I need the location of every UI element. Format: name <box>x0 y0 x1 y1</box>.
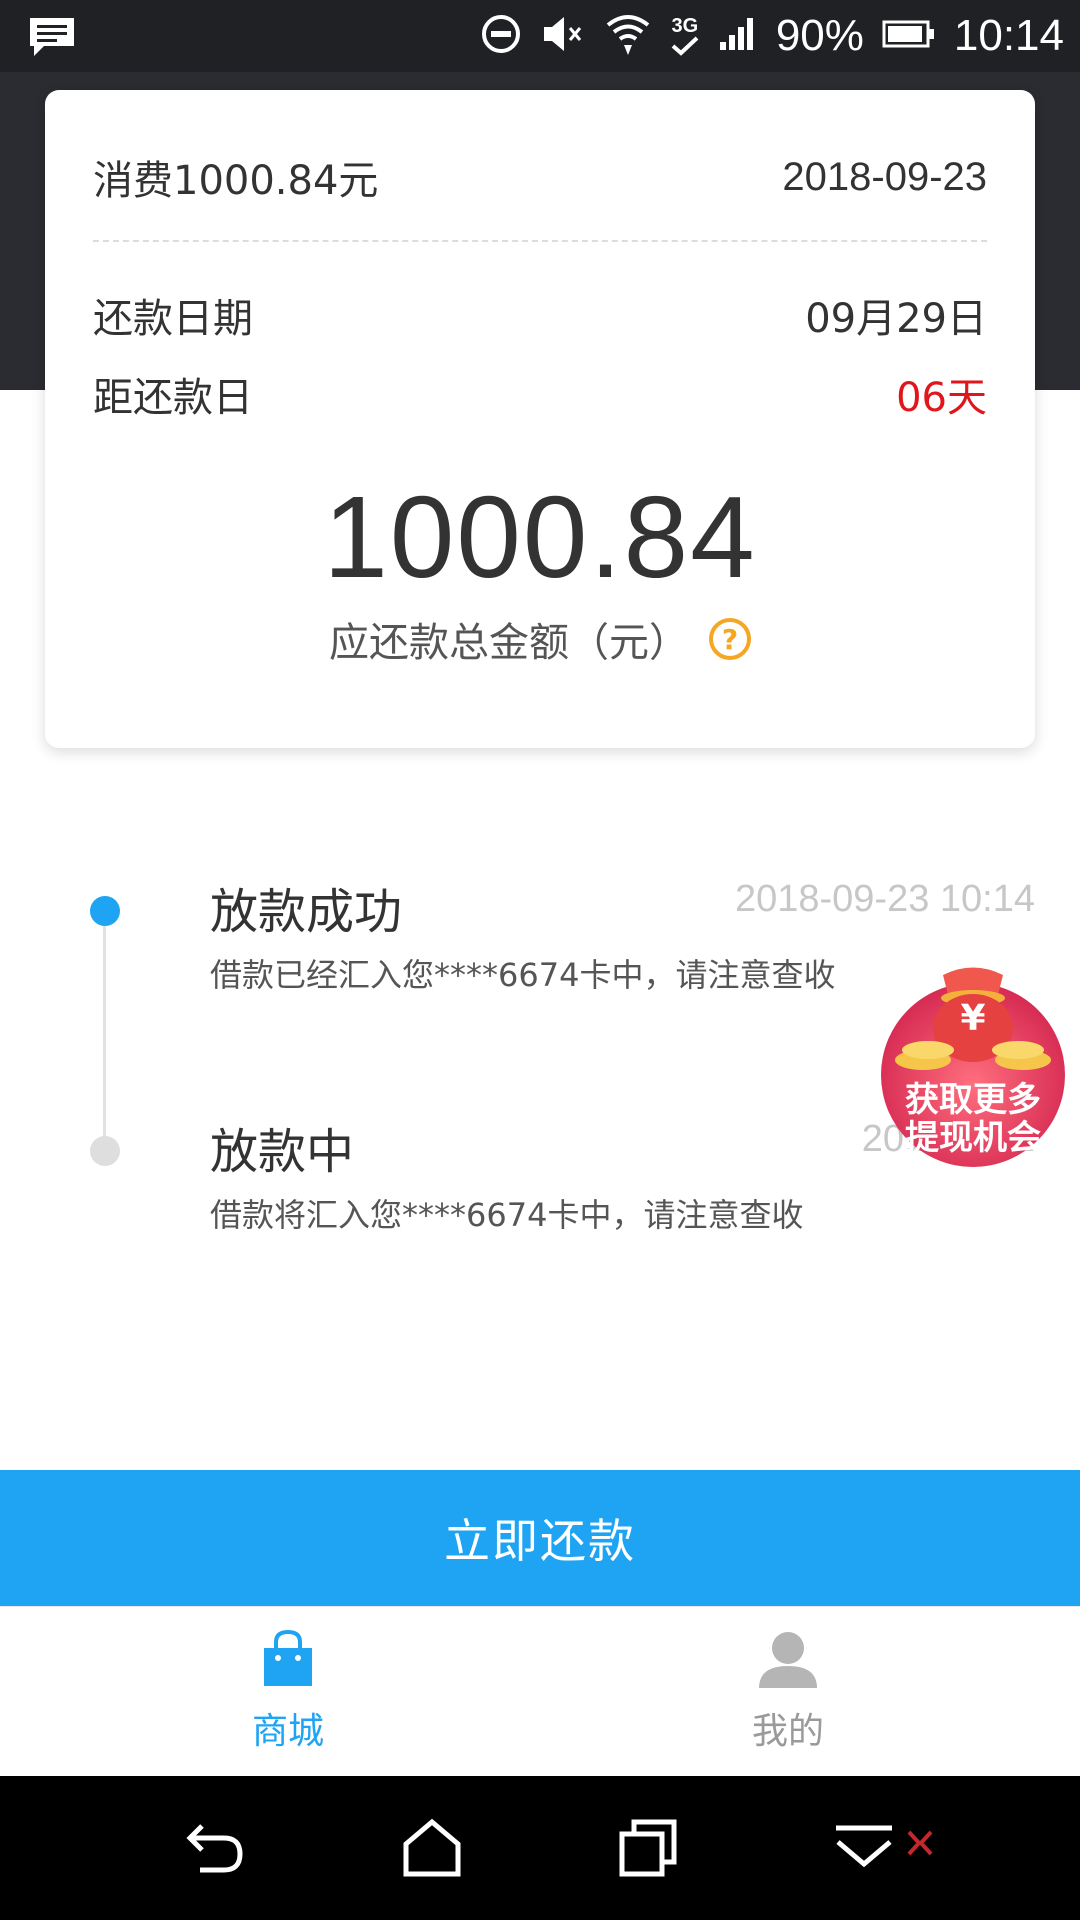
dashed-divider <box>93 240 987 242</box>
recent-apps-icon[interactable] <box>612 1812 684 1884</box>
shopping-bag-icon <box>260 1629 316 1692</box>
repay-date-row: 还款日期 09月29日 <box>93 285 987 345</box>
tab-mine[interactable]: 我的 <box>518 1607 1058 1777</box>
consumption-date: 2018-09-23 <box>782 154 987 199</box>
days-left-value: 06天 <box>896 375 987 421</box>
watermark-logo-icon <box>905 1828 935 1862</box>
tab-mine-label: 我的 <box>751 1711 824 1752</box>
promo-line2: 提现机会 <box>905 1118 1041 1158</box>
repay-date-value: 09月29日 <box>805 296 987 342</box>
consumption-row: 消费1000.84元 2018-09-23 <box>93 142 987 212</box>
timeline-dot-active <box>90 896 120 926</box>
do-not-disturb-icon <box>480 13 522 59</box>
signal-icon <box>718 16 758 56</box>
status-bar: 3G 90% 10:14 <box>0 0 1080 72</box>
home-icon[interactable] <box>396 1812 468 1884</box>
repay-now-button[interactable]: 立即还款 <box>0 1470 1080 1606</box>
mute-icon <box>540 13 586 59</box>
promo-badge[interactable]: ¥ 获取更多 提现机会 <box>873 950 1073 1170</box>
total-amount: 1000.84 <box>323 472 757 602</box>
total-amount-label: 应还款总金额（元） <box>329 620 689 666</box>
timeline-description: 借款将汇入您****6674卡中，请注意查收 <box>210 1196 804 1234</box>
timeline-time: 2018-09-23 10:14 <box>734 878 1035 920</box>
timeline-dot-inactive <box>90 1136 120 1166</box>
help-icon[interactable]: ? <box>709 618 751 660</box>
total-amount-label-row: 应还款总金额（元） ? <box>45 610 1035 668</box>
network-type-text: 3G <box>671 15 699 37</box>
user-icon <box>757 1630 819 1692</box>
repayment-summary-card: 消费1000.84元 2018-09-23 还款日期 09月29日 距还款日 0… <box>45 90 1035 748</box>
timeline-line <box>103 910 106 1150</box>
days-left-row: 距还款日 06天 <box>93 364 987 424</box>
consumption-label: 消费1000.84元 <box>93 158 379 204</box>
system-navigation-bar <box>0 1776 1080 1920</box>
back-icon[interactable] <box>180 1812 252 1884</box>
bottom-tab-bar: 商城 我的 <box>0 1606 1080 1776</box>
clock: 10:14 <box>953 11 1064 60</box>
battery-percent: 90% <box>775 11 864 60</box>
notification-pulldown-icon[interactable] <box>828 1812 900 1884</box>
wifi-icon <box>604 11 652 61</box>
repay-date-label: 还款日期 <box>93 296 253 342</box>
promo-currency-icon: ¥ <box>960 998 986 1039</box>
days-left-label: 距还款日 <box>93 375 253 421</box>
network-3g-icon: 3G <box>670 16 700 56</box>
battery-icon <box>882 19 936 53</box>
tab-shop-label: 商城 <box>251 1711 324 1752</box>
message-icon <box>28 16 76 62</box>
tab-shop[interactable]: 商城 <box>18 1607 558 1777</box>
